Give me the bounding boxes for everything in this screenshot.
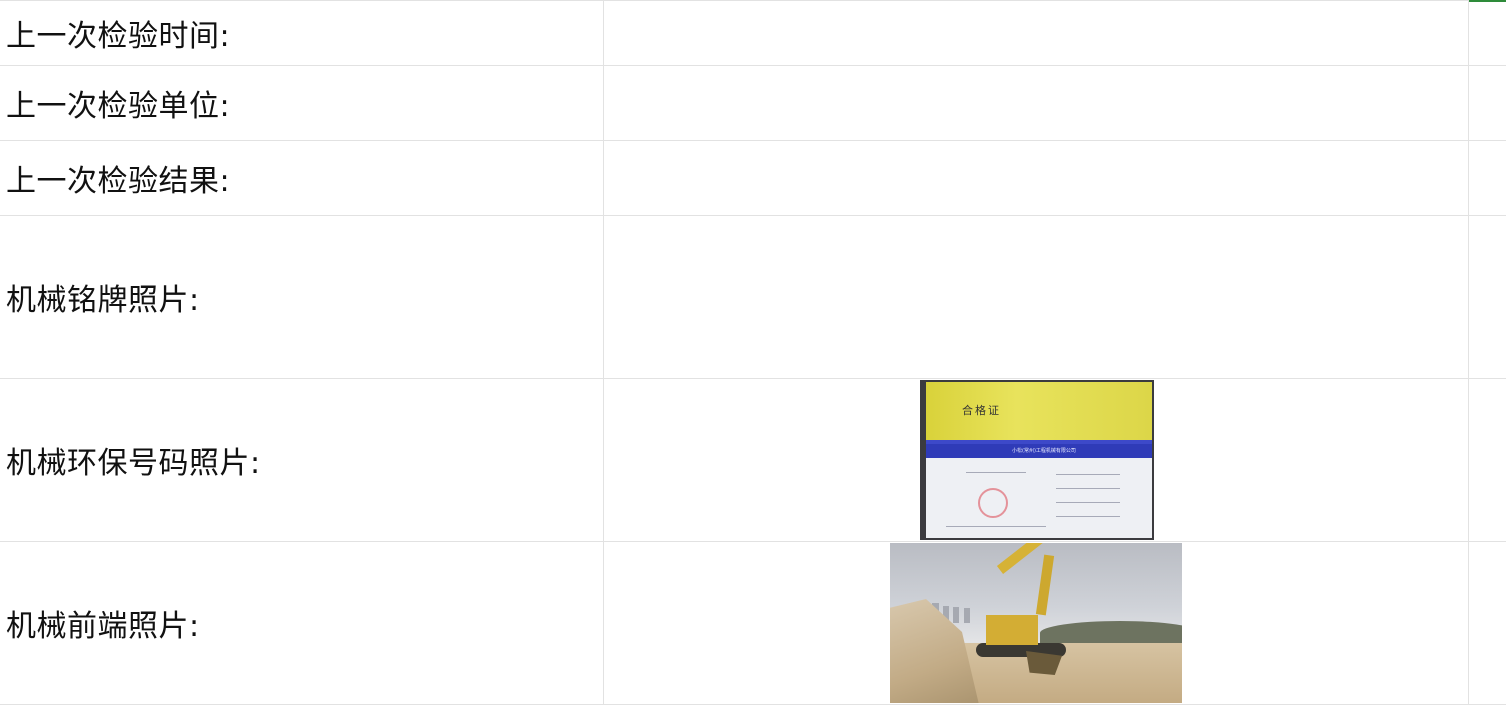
excavator-photo[interactable] — [890, 543, 1182, 703]
row-label-last-inspection-time[interactable]: 上一次检验时间: — [0, 1, 604, 65]
certificate-field-line — [1056, 488, 1120, 489]
certificate-photo[interactable]: 合格证 小松(常州)工程机械有限公司 — [920, 380, 1154, 540]
table-row: 上一次检验单位: — [0, 66, 1506, 141]
cell-extra[interactable] — [1469, 216, 1506, 378]
cell-last-inspection-unit[interactable] — [604, 66, 1469, 140]
row-label-environmental-number-photo[interactable]: 机械环保号码照片: — [0, 379, 604, 541]
cell-last-inspection-time[interactable] — [604, 1, 1469, 65]
row-label-front-photo[interactable]: 机械前端照片: — [0, 542, 604, 704]
row-label-last-inspection-result[interactable]: 上一次检验结果: — [0, 141, 604, 215]
excavator-boom — [996, 543, 1049, 574]
cell-extra[interactable] — [1469, 379, 1506, 541]
building-shape — [953, 607, 959, 623]
table-row: 机械铭牌照片: — [0, 216, 1506, 379]
cell-extra[interactable] — [1469, 1, 1506, 65]
cell-last-inspection-result[interactable] — [604, 141, 1469, 215]
cell-extra[interactable] — [1469, 66, 1506, 140]
certificate-field-line — [1056, 474, 1120, 475]
building-shape — [964, 608, 970, 623]
spreadsheet: 上一次检验时间: 上一次检验单位: 上一次检验结果: 机械铭牌照片: 机械环保号… — [0, 0, 1506, 705]
table-row: 机械前端照片: — [0, 542, 1506, 705]
certificate-stamp — [978, 488, 1008, 518]
certificate-field-line — [966, 472, 1026, 473]
row-label-nameplate-photo[interactable]: 机械铭牌照片: — [0, 216, 604, 378]
certificate-company: 小松(常州)工程机械有限公司 — [1012, 448, 1076, 454]
certificate-field-line — [946, 526, 1046, 527]
certificate-title: 合格证 — [962, 404, 1001, 417]
table-row: 机械环保号码照片: — [0, 379, 1506, 542]
certificate-field-line — [1056, 502, 1120, 503]
cell-nameplate-photo[interactable] — [604, 216, 1469, 378]
excavator-arm — [1035, 554, 1055, 616]
certificate-paper: 合格证 小松(常州)工程机械有限公司 — [926, 382, 1152, 538]
table-row: 上一次检验结果: — [0, 141, 1506, 216]
certificate-header-band — [926, 382, 1152, 440]
certificate-field-line — [1056, 516, 1120, 517]
excavator-cab — [986, 615, 1038, 645]
hill-shape — [1040, 621, 1182, 645]
certificate-company-band: 小松(常州)工程机械有限公司 — [926, 444, 1152, 458]
cell-extra[interactable] — [1469, 542, 1506, 704]
row-label-last-inspection-unit[interactable]: 上一次检验单位: — [0, 66, 604, 140]
cell-extra[interactable] — [1469, 141, 1506, 215]
table-row: 上一次检验时间: — [0, 1, 1506, 66]
